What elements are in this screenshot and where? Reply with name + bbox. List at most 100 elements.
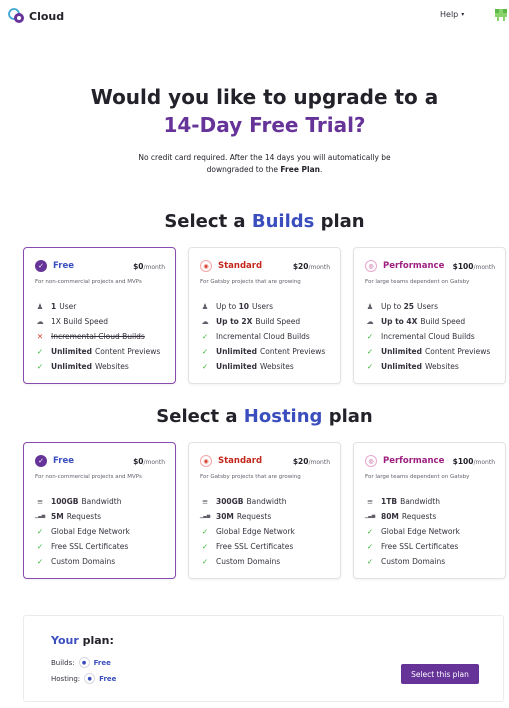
plan-card-header: ✓ Free $0/month	[35, 455, 165, 467]
feature-text: Global Edge Network	[216, 527, 295, 536]
cloud-logo-icon	[8, 8, 24, 23]
feature-text-main: Incremental Cloud Builds	[216, 332, 310, 341]
plan-description: For non-commercial projects and MVPs	[35, 474, 142, 480]
feature-text-main: Websites	[260, 362, 294, 371]
feature-text-prefix: Up to	[381, 302, 404, 311]
feature-item: ≡ 1TB Bandwidth	[365, 494, 460, 509]
feature-item: ♟ Up to 25 Users	[365, 299, 490, 314]
feature-bold: 300GB	[216, 497, 244, 506]
hosting-plan-card-standard[interactable]: ◉ Standard $20/month For Gatsby projects th…	[188, 442, 341, 579]
feature-text: Custom Domains	[51, 557, 115, 566]
feature-text-main: Free SSL Certificates	[51, 542, 129, 551]
plan-card-header: ◉ Standard $20/month	[200, 260, 330, 272]
users-icon: ♟	[201, 302, 209, 311]
builds-plan-card-standard[interactable]: ◉ Standard $20/month For Gatsby projects th…	[188, 247, 341, 384]
feature-text-suffix: Users	[417, 302, 439, 311]
feature-item: ≡ 300GB Bandwidth	[200, 494, 295, 509]
avatar[interactable]	[493, 7, 509, 23]
your-plan-title: Your plan:	[51, 634, 114, 647]
plan-price-amount: $20	[292, 261, 309, 271]
check-icon: ✓	[201, 542, 209, 551]
logo[interactable]: Cloud	[7, 7, 64, 25]
your-plan-hosting-row: Hosting: ● Free	[51, 673, 116, 684]
feature-item: ✓ Free SSL Certificates	[200, 539, 295, 554]
feature-text-main: Free SSL Certificates	[381, 542, 459, 551]
feature-bold: Unlimited	[51, 347, 92, 356]
feature-bold: 25	[403, 302, 414, 311]
builds-plan-card-free[interactable]: ✓ Free $0/month For non-commercial projects…	[23, 247, 176, 384]
cloud-icon: ☁	[366, 317, 374, 326]
plan-description: For Gatsby projects that are growing	[200, 279, 301, 285]
plan-price-period: /month	[473, 263, 496, 271]
feature-item: ✓ Unlimited Websites	[365, 359, 490, 374]
check-icon: ✓	[366, 557, 374, 566]
feature-text: Unlimited Content Previews	[51, 347, 160, 356]
feature-bold: Up to 4X	[381, 317, 418, 326]
plan-description: For non-commercial projects and MVPs	[35, 279, 142, 285]
feature-text-main: Requests	[66, 512, 102, 521]
hosting-plan-card-free[interactable]: ✓ Free $0/month For non-commercial projects…	[23, 442, 176, 579]
feature-text-main: Custom Domains	[381, 557, 446, 566]
check-icon: ✓	[36, 347, 44, 356]
feature-item: ✓ Unlimited Websites	[35, 359, 160, 374]
plan-price-amount: $0	[133, 261, 144, 271]
database-icon: ≡	[201, 497, 209, 506]
plan-card-header: ✓ Free $0/month	[35, 260, 165, 272]
your-plan-builds-row: Builds: ● Free	[51, 657, 111, 668]
plan-name: Standard	[218, 456, 263, 466]
check-icon: ✓	[201, 527, 209, 536]
feature-item: ✓ Free SSL Certificates	[35, 539, 130, 554]
feature-list: ≡ 100GB Bandwidth ▁▃▅ 5M Requests ✓ Global Edge…	[35, 494, 130, 569]
plan-name: Standard	[218, 261, 263, 271]
plan-price-period: /month	[473, 458, 496, 466]
hero-accent-title: 14-Day Free Trial?	[163, 113, 366, 137]
feature-list: ≡ 1TB Bandwidth ▁▃▅ 80M Requests ✓ Global Edge …	[365, 494, 460, 569]
feature-item: ▁▃▅ 80M Requests	[365, 509, 460, 524]
check-icon: ✓	[36, 362, 44, 371]
plan-description: For Gatsby projects that are growing	[200, 474, 301, 480]
help-menu[interactable]: Help ▾	[440, 10, 464, 19]
check-icon: ✓	[366, 332, 374, 341]
plan-price-period: /month	[143, 263, 166, 271]
feature-text: Unlimited Content Previews	[216, 347, 325, 356]
signal-icon: ▁▃▅	[199, 514, 211, 519]
selected-check-icon: ✓	[35, 455, 47, 467]
feature-text: 30M Requests	[216, 512, 271, 521]
feature-text: 300GB Bandwidth	[216, 497, 286, 506]
selected-check-icon: ✓	[35, 260, 47, 272]
feature-text: 5M Requests	[51, 512, 101, 521]
feature-item: ☁ Up to 2X Build Speed	[200, 314, 325, 329]
feature-text-main: Content Previews	[95, 347, 161, 356]
feature-item: ✓ Custom Domains	[200, 554, 295, 569]
feature-bold: 10	[238, 302, 249, 311]
select-plan-button[interactable]: Select this plan	[401, 664, 479, 684]
check-icon: ✓	[36, 557, 44, 566]
plan-name: Performance	[383, 261, 445, 271]
plan-price-amount: $100	[452, 456, 474, 466]
feature-item: ✓ Global Edge Network	[35, 524, 130, 539]
plan-description: For large teams dependent on Gatsby	[365, 279, 470, 285]
hosting-plan-card-performance[interactable]: ◎ Performance $100/month For large teams de…	[353, 442, 506, 579]
hero-title: Would you like to upgrade to a	[90, 85, 439, 109]
plan-card-header: ◉ Standard $20/month	[200, 455, 330, 467]
hosting-plan-cards: ✓ Free $0/month For non-commercial projects…	[23, 442, 506, 579]
builds-plan-card-performance[interactable]: ◎ Performance $100/month For large teams de…	[353, 247, 506, 384]
check-icon: ✓	[201, 362, 209, 371]
feature-bold: Unlimited	[216, 362, 257, 371]
feature-text-main: Incremental Cloud Builds	[381, 332, 475, 341]
user-icon: ♟	[36, 302, 44, 311]
feature-item: ✓ Global Edge Network	[365, 524, 460, 539]
feature-bold: 80M	[381, 512, 399, 521]
feature-text: Incremental Cloud Builds	[381, 332, 475, 341]
feature-text-main: Requests	[236, 512, 272, 521]
feature-text: Free SSL Certificates	[216, 542, 293, 551]
feature-text-main: Global Edge Network	[51, 527, 130, 536]
feature-item: ✓ Global Edge Network	[200, 524, 295, 539]
feature-text: Custom Domains	[216, 557, 280, 566]
builds-plan-cards: ✓ Free $0/month For non-commercial projects…	[23, 247, 506, 384]
feature-text-main: Custom Domains	[216, 557, 281, 566]
feature-item: ✓ Unlimited Content Previews	[365, 344, 490, 359]
feature-item: ✓ Unlimited Content Previews	[200, 344, 325, 359]
x-icon: ✕	[36, 332, 44, 341]
feature-item: ☁ 1X Build Speed	[35, 314, 160, 329]
